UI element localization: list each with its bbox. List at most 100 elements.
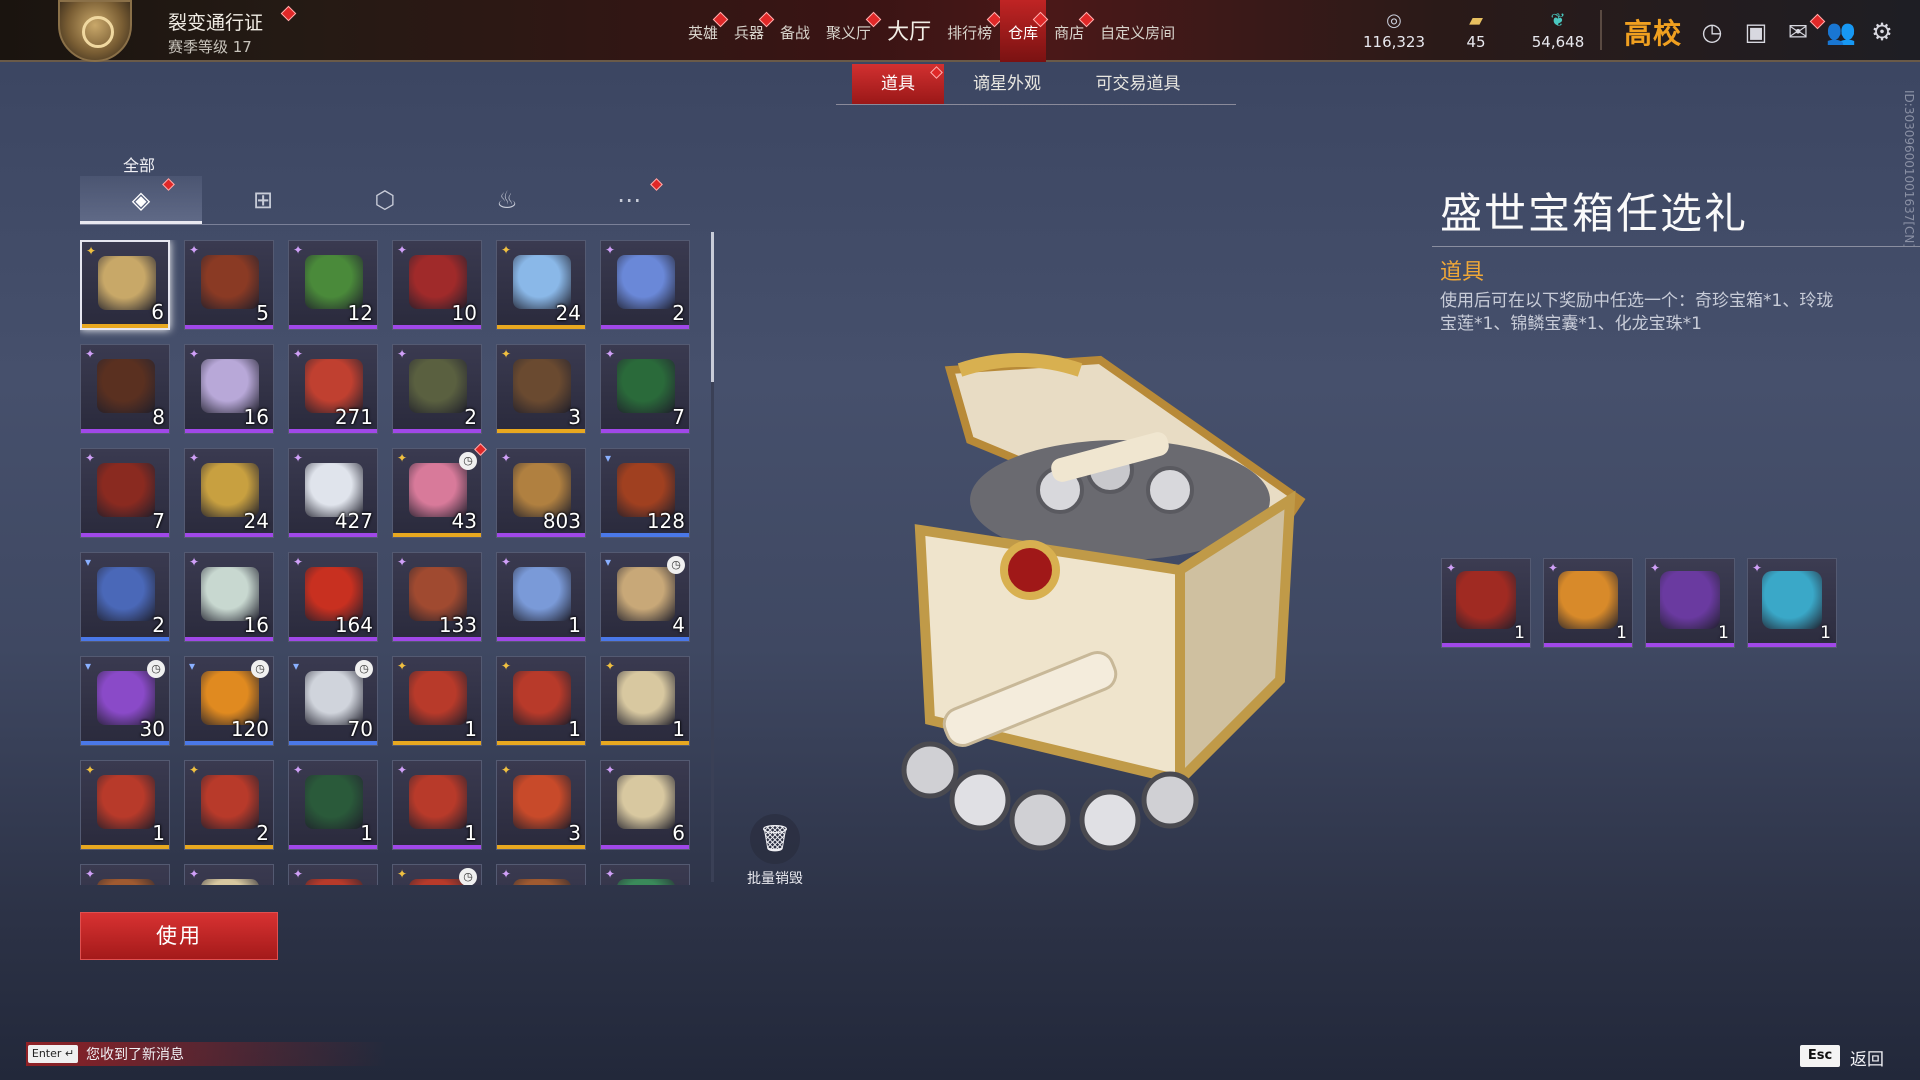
item-icon: [513, 879, 571, 885]
tab-tradable[interactable]: 可交易道具: [1068, 64, 1208, 104]
tab-tradable-label: 可交易道具: [1095, 74, 1181, 94]
rarity-bar: [601, 845, 689, 849]
inventory-slot[interactable]: ▾ ◷ 70: [288, 656, 378, 746]
inventory-slot[interactable]: ✦ 3: [496, 344, 586, 434]
inventory-slot[interactable]: ✦ ◷ 43: [392, 443, 487, 538]
reward-option[interactable]: ✦ 1: [1645, 558, 1735, 648]
item-quantity: 2: [152, 613, 165, 637]
inventory-slot[interactable]: ✦: [288, 864, 378, 885]
item-quantity: 3: [568, 405, 581, 429]
nav-item-0[interactable]: 英雄: [680, 0, 729, 62]
category-gifts[interactable]: ⊞: [202, 176, 324, 224]
inventory-slot[interactable]: ✦ 16: [184, 344, 274, 434]
inventory-slot[interactable]: ✦ 16: [184, 552, 274, 642]
rarity-mark-icon: ✦: [293, 555, 304, 569]
inventory-slot[interactable]: ✦ 271: [288, 344, 378, 434]
inventory-slot[interactable]: ✦ 2: [392, 344, 482, 434]
inventory-slot[interactable]: ✦ ◷: [392, 864, 482, 885]
rarity-mark-icon: ✦: [501, 555, 512, 569]
inventory-slot[interactable]: ▾ ◷ 120: [184, 656, 274, 746]
category-badges[interactable]: ⬡: [324, 176, 446, 224]
season-level: 赛季等级 17: [168, 38, 252, 56]
nav-item-2[interactable]: 备战: [772, 0, 818, 62]
inventory-slot[interactable]: ✦: [184, 864, 274, 885]
inventory-slot[interactable]: ✦ 2: [600, 240, 690, 330]
inventory-slot[interactable]: ✦ 803: [496, 448, 586, 538]
gear-icon[interactable]: ⚙: [1868, 18, 1896, 46]
inventory-slot[interactable]: ✦ 3: [496, 760, 586, 850]
category-fire[interactable]: ♨: [446, 176, 568, 224]
rarity-mark-icon: ✦: [1548, 561, 1559, 575]
battle-pass-title[interactable]: 裂变通行证: [168, 8, 263, 35]
nav-item-7[interactable]: 商店: [1046, 0, 1095, 62]
inventory-slot[interactable]: ✦ 7: [80, 448, 170, 538]
inventory-slot[interactable]: ✦ 1: [496, 656, 586, 746]
inventory-slot[interactable]: ▾ ◷ 4: [600, 552, 690, 642]
inventory-slot[interactable]: ✦ 1: [80, 760, 170, 850]
nav-item-6[interactable]: 仓库: [1000, 0, 1049, 62]
tab-items[interactable]: 道具: [852, 64, 944, 104]
batch-destroy-button[interactable]: 🗑 批量销毁: [740, 814, 810, 888]
friends-icon[interactable]: 👥: [1826, 18, 1856, 46]
inventory-slot[interactable]: ✦ 1: [392, 656, 482, 746]
nav-item-label: 英雄: [688, 24, 719, 42]
item-quantity: 5: [256, 301, 269, 325]
item-quantity: 133: [438, 613, 477, 637]
nav-item-1[interactable]: 兵器: [726, 0, 775, 62]
nav-item-4[interactable]: 大厅: [879, 0, 939, 62]
inventory-slot[interactable]: ✦ 164: [288, 552, 378, 642]
rarity-bar: [601, 637, 689, 641]
inventory-slot[interactable]: ✦ 8: [80, 344, 170, 434]
help-book-icon[interactable]: ▣: [1742, 18, 1770, 46]
event-logo[interactable]: 高校: [1624, 12, 1682, 52]
use-button[interactable]: 使用: [80, 912, 278, 960]
inventory-slot[interactable]: ✦ 1: [392, 760, 482, 850]
inventory-slot[interactable]: ✦ 24: [496, 240, 586, 330]
message-bar[interactable]: [26, 1042, 386, 1066]
inventory-slot[interactable]: ✦: [600, 864, 690, 885]
category-more[interactable]: ⋯: [568, 176, 690, 224]
inventory-slot[interactable]: ✦ 6: [600, 760, 690, 850]
inventory-slot[interactable]: ✦: [496, 864, 586, 885]
inventory-slot[interactable]: ✦ 10: [392, 240, 482, 330]
item-icon: [617, 255, 675, 309]
tab-appearance[interactable]: 谪星外观: [952, 64, 1062, 104]
inventory-slot[interactable]: ✦ 1: [600, 656, 690, 746]
inventory-slot[interactable]: ✦ 5: [184, 240, 274, 330]
reward-option[interactable]: ✦ 1: [1747, 558, 1837, 648]
clock-icon[interactable]: ◷: [1698, 18, 1726, 46]
inventory-grid[interactable]: ✦ 6 ✦ 5 ✦ 12 ✦ 10 ✦ 24 ✦ 2 ✦ 8 ✦ 16 ✦ 271 ✦ 2 ✦ 3 ✦ 7 ✦ 7 ✦ 24 ✦ 427 ✦…: [80, 240, 690, 885]
inventory-slot[interactable]: ✦ 2: [184, 760, 274, 850]
item-quantity: 43: [451, 509, 477, 533]
battle-pass-emblem[interactable]: [58, 0, 132, 62]
inventory-slot[interactable]: ▾ ◷ 30: [80, 656, 170, 746]
inventory-slot[interactable]: ✦ 1: [496, 552, 586, 642]
inventory-slot[interactable]: ✦ 12: [288, 240, 378, 330]
inventory-slot[interactable]: ✦: [80, 864, 170, 885]
reward-option[interactable]: ✦ 1: [1441, 558, 1531, 648]
rarity-mark-icon: ✦: [397, 867, 408, 881]
inventory-slot[interactable]: ✦ 1: [288, 760, 378, 850]
nav-item-5[interactable]: 排行榜: [939, 0, 1003, 62]
nav-item-8[interactable]: 自定义房间: [1092, 0, 1183, 62]
top-divider: [1600, 10, 1602, 50]
inventory-slot[interactable]: ✦ 427: [288, 448, 378, 538]
rarity-mark-icon: ✦: [501, 451, 512, 465]
inventory-slot[interactable]: ✦ 7: [600, 344, 690, 434]
item-quantity: 128: [646, 509, 685, 533]
timer-icon: ◷: [355, 660, 373, 678]
nav-item-3[interactable]: 聚义厅: [818, 0, 882, 62]
rarity-bar: [497, 429, 585, 433]
new-message-text[interactable]: 您收到了新消息: [86, 1044, 184, 1064]
inventory-slot[interactable]: ▾ 128: [600, 448, 690, 538]
category-all[interactable]: ◈: [80, 176, 202, 224]
inventory-slot[interactable]: ✦ 24: [184, 448, 274, 538]
reward-option[interactable]: ✦ 1: [1543, 558, 1633, 648]
mail-icon[interactable]: ✉: [1784, 18, 1812, 46]
inventory-scroll-thumb[interactable]: [711, 232, 714, 382]
inventory-slot[interactable]: ✦ 6: [80, 240, 170, 330]
inventory-slot[interactable]: ✦ 133: [392, 552, 482, 642]
inventory-slot[interactable]: ▾ 2: [80, 552, 170, 642]
back-button[interactable]: 返回: [1850, 1045, 1884, 1070]
rarity-mark-icon: ✦: [605, 347, 616, 361]
